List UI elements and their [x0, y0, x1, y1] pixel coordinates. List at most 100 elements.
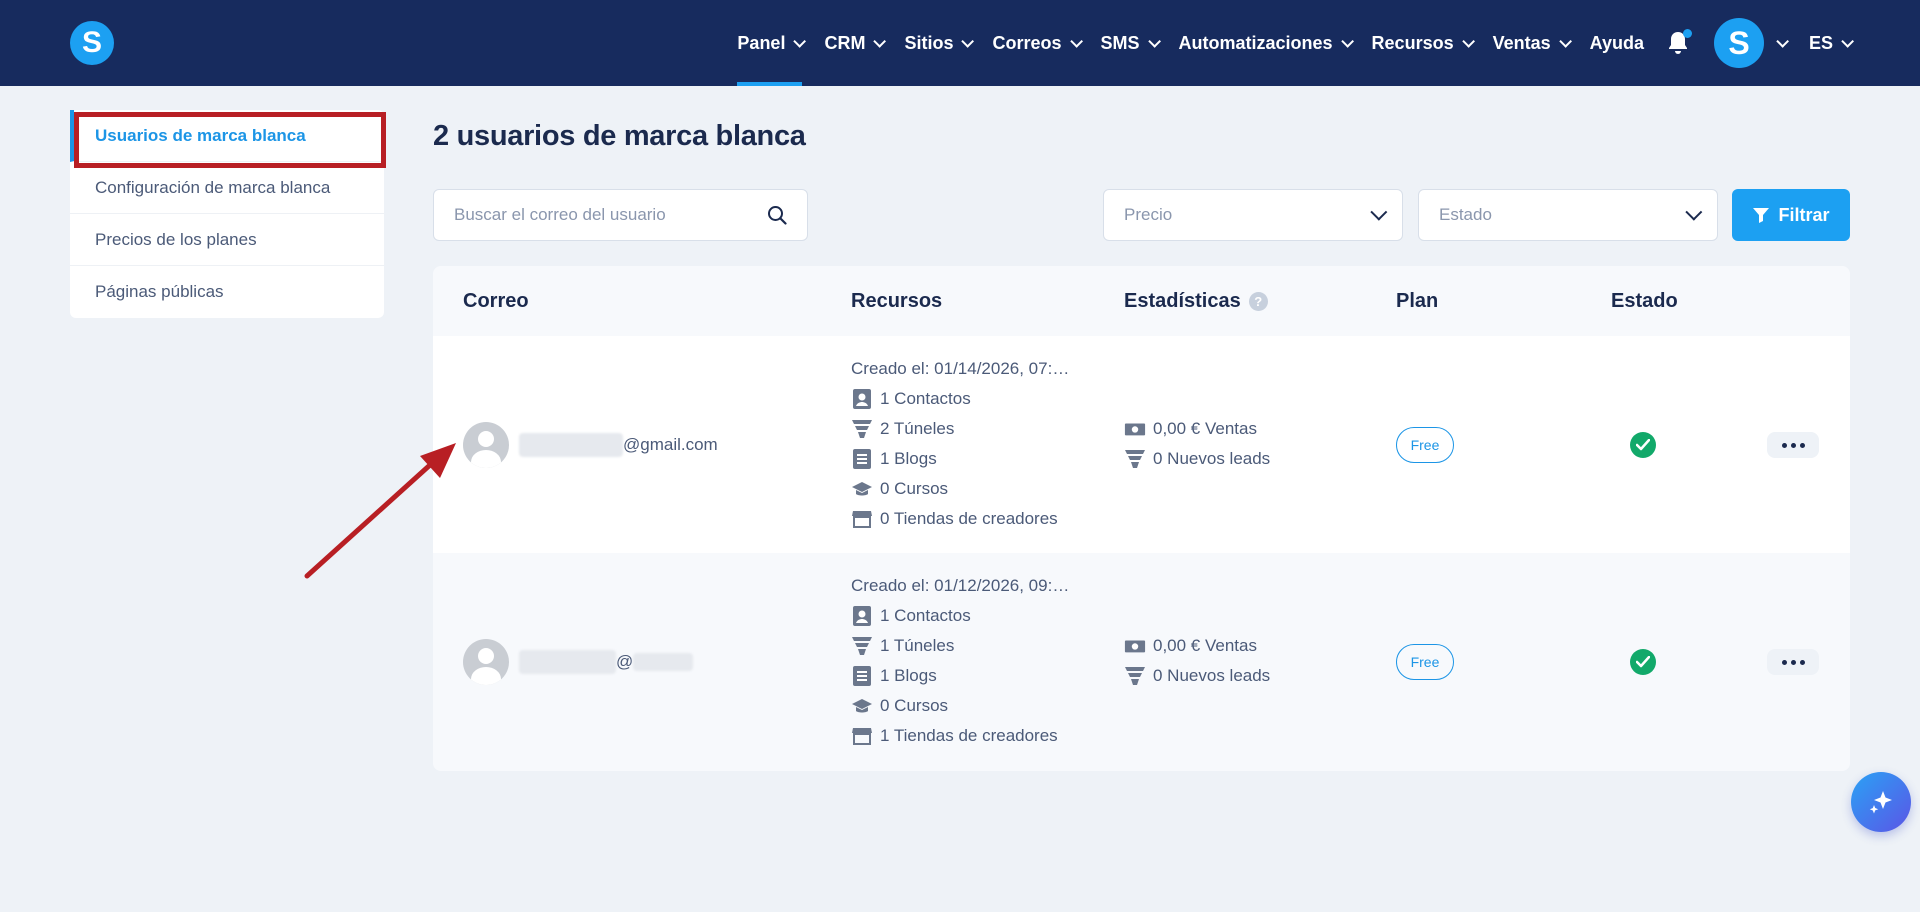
language-selector[interactable]: ES	[1809, 0, 1854, 86]
money-icon	[1124, 635, 1146, 657]
col-resources: Recursos	[851, 290, 943, 312]
col-status: Estado	[1611, 290, 1678, 312]
sparkle-icon	[1869, 791, 1892, 814]
nav-label: Ventas	[1492, 32, 1551, 53]
chevron-down-icon	[1558, 34, 1572, 48]
col-stats-label: Estadísticas	[1124, 290, 1241, 312]
leads-value: 0 Nuevos leads	[1153, 666, 1271, 685]
list-item: 1 Blogs	[851, 661, 1069, 691]
blogs-count: 1 Blogs	[880, 449, 937, 468]
list-item: 1 Contactos	[851, 601, 1069, 631]
list-item: 1 Blogs	[851, 444, 1069, 474]
chevron-down-icon	[1685, 203, 1703, 221]
chevron-down-icon	[1776, 34, 1789, 48]
list-item: 0 Nuevos leads	[1124, 661, 1270, 691]
check-circle-icon	[1630, 432, 1656, 458]
list-item: 0 Cursos	[851, 691, 1069, 721]
courses-count: 0 Cursos	[880, 696, 949, 715]
user-email: @gmail.com	[623, 435, 718, 454]
col-email: Correo	[463, 290, 529, 312]
top-navbar: S Panel CRM Sitios Correos SMS Automatiz…	[0, 0, 1920, 86]
filter-button[interactable]: Filtrar	[1732, 189, 1850, 241]
list-item: 1 Tiendas de creadores	[851, 721, 1069, 751]
status-select-label: Estado	[1439, 205, 1492, 224]
price-select-label: Precio	[1124, 205, 1173, 224]
graduation-cap-icon	[851, 478, 873, 500]
graduation-cap-icon	[851, 695, 873, 717]
nav-item-automatizaciones[interactable]: Automatizaciones	[1178, 0, 1354, 86]
money-icon	[1124, 418, 1146, 440]
stats-list: 0,00 € Ventas 0 Nuevos leads	[1124, 414, 1270, 474]
contacts-icon	[851, 388, 873, 410]
sidebar-item-usuarios[interactable]: Usuarios de marca blanca	[70, 110, 384, 162]
logo[interactable]: S	[70, 21, 114, 65]
plan-badge[interactable]: Free	[1396, 644, 1454, 680]
help-icon[interactable]: ?	[1248, 292, 1268, 311]
blogs-count: 1 Blogs	[880, 666, 937, 685]
nav-label: SMS	[1100, 32, 1140, 53]
funnel-icon	[1124, 665, 1146, 687]
search-icon[interactable]	[767, 205, 787, 225]
funnels-count: 2 Túneles	[880, 419, 955, 438]
contacts-count: 1 Contactos	[880, 389, 971, 408]
search-input[interactable]	[454, 205, 767, 225]
contacts-count: 1 Contactos	[880, 606, 971, 625]
search-box	[433, 189, 808, 241]
created-date: Creado el: 01/12/2026, 09:…	[851, 576, 1070, 595]
filter-button-label: Filtrar	[1778, 204, 1830, 225]
nav-item-ventas[interactable]: Ventas	[1492, 0, 1572, 86]
stores-count: 0 Tiendas de creadores	[880, 509, 1058, 528]
users-table: Correo Recursos Estadísticas? Plan Estad…	[433, 266, 1850, 771]
courses-count: 0 Cursos	[880, 479, 949, 498]
sidebar-item-paginas[interactable]: Páginas públicas	[70, 266, 384, 318]
price-select[interactable]: Precio	[1103, 189, 1403, 241]
avatar: S	[1713, 18, 1764, 68]
plan-badge[interactable]: Free	[1396, 427, 1454, 463]
list-item: 0 Tiendas de creadores	[851, 504, 1069, 534]
nav-item-crm[interactable]: CRM	[824, 0, 887, 86]
sales-value: 0,00 € Ventas	[1153, 636, 1257, 655]
avatar	[463, 422, 509, 468]
nav-label: Automatizaciones	[1178, 32, 1333, 53]
nav-label: Correos	[992, 32, 1062, 53]
created-date: Creado el: 01/14/2026, 07:…	[851, 359, 1070, 378]
more-options-button[interactable]	[1767, 432, 1819, 458]
funnel-icon	[1124, 448, 1146, 470]
nav-item-ayuda[interactable]: Ayuda	[1590, 0, 1644, 86]
sidebar-item-precios[interactable]: Precios de los planes	[70, 214, 384, 266]
list-item: 0,00 € Ventas	[1124, 414, 1270, 444]
list-item: 0,00 € Ventas	[1124, 631, 1270, 661]
chevron-down-icon	[1841, 34, 1854, 48]
sidebar-item-configuracion[interactable]: Configuración de marca blanca	[70, 162, 384, 214]
sales-value: 0,00 € Ventas	[1153, 419, 1257, 438]
nav-label: CRM	[824, 32, 866, 53]
ai-assistant-button[interactable]	[1851, 772, 1911, 832]
bell-icon[interactable]	[1666, 29, 1692, 56]
nav-item-panel[interactable]: Panel	[737, 0, 807, 86]
chevron-down-icon	[1340, 34, 1354, 48]
nav-item-sitios[interactable]: Sitios	[904, 0, 975, 86]
table-row: @gmail.com Creado el: 01/14/2026, 07:… 1…	[433, 336, 1850, 553]
nav-item-correos[interactable]: Correos	[992, 0, 1083, 86]
blurred-email-domain	[633, 653, 693, 671]
chevron-down-icon	[793, 34, 807, 48]
stores-count: 1 Tiendas de creadores	[880, 726, 1058, 745]
blog-icon	[851, 448, 873, 470]
nav-item-recursos[interactable]: Recursos	[1372, 0, 1475, 86]
list-item: 2 Túneles	[851, 414, 1069, 444]
user-menu[interactable]: S	[1713, 18, 1789, 68]
chevron-down-icon	[1069, 34, 1083, 48]
status-select[interactable]: Estado	[1418, 189, 1718, 241]
sidebar: Usuarios de marca blanca Configuración d…	[70, 110, 384, 318]
chevron-down-icon	[1461, 34, 1475, 48]
list-item: 0 Nuevos leads	[1124, 444, 1270, 474]
chevron-down-icon	[1147, 34, 1161, 48]
contacts-icon	[851, 605, 873, 627]
nav-item-sms[interactable]: SMS	[1100, 0, 1161, 86]
list-item: 1 Túneles	[851, 631, 1069, 661]
table-row: @ Creado el: 01/12/2026, 09:… 1 Contacto…	[433, 553, 1850, 770]
more-options-button[interactable]	[1767, 649, 1819, 675]
store-icon	[851, 725, 873, 747]
col-stats: Estadísticas?	[1124, 290, 1268, 313]
chevron-down-icon	[1370, 203, 1388, 221]
